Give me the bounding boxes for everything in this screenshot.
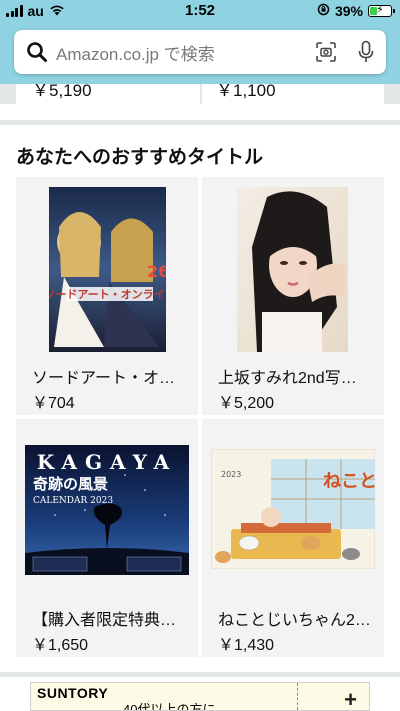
product-image[interactable]: KAGAYA 奇跡の風景 CALENDAR 2023	[25, 445, 189, 575]
product-image[interactable]: ソードアート・オンライン 26	[49, 187, 166, 352]
camera-scan-icon[interactable]	[306, 30, 346, 74]
cover-volume: 26	[147, 262, 166, 281]
product-title[interactable]: ねことじいちゃん2…	[218, 606, 371, 630]
orientation-lock-icon	[317, 3, 330, 19]
status-bar: au 1:52 39% ⚡	[0, 0, 400, 22]
cover-title-art: ソードアート・オンライン	[49, 288, 166, 301]
product-card[interactable]: 2023 ねことじいちゃん ねことじいちゃん2… ￥1,430	[202, 419, 384, 657]
product-price: ￥704	[32, 395, 75, 412]
microphone-icon[interactable]	[346, 30, 386, 74]
product-title[interactable]: 【購入者限定特典…	[32, 606, 176, 630]
status-right: 39% ⚡	[317, 3, 395, 19]
app-header: au 1:52 39% ⚡ Amazon.co.jp で検索	[0, 0, 400, 84]
battery-percent: 39%	[334, 3, 363, 19]
suntory-ad-banner[interactable]: SUNTORY 40代以上の方に +	[30, 682, 370, 711]
cover-title-art: ねことじいちゃん	[323, 471, 375, 492]
section-divider	[0, 672, 400, 677]
search-input[interactable]: Amazon.co.jp で検索	[56, 40, 306, 65]
product-card[interactable]: ソードアート・オンライン 26 ソードアート・オ… ￥704	[16, 177, 198, 415]
section-title: あなたへのおすすめタイトル	[16, 147, 264, 168]
cover-brand: KAGAYA	[37, 450, 177, 474]
cover-subtitle: CALENDAR 2023	[33, 496, 113, 506]
product-price: ￥1,650	[32, 637, 89, 654]
ad-brand: SUNTORY	[37, 685, 109, 701]
cover-title: 奇跡の風景	[33, 475, 108, 493]
product-title[interactable]: 上坂すみれ2nd写…	[218, 364, 357, 388]
previous-price: ￥1,100	[216, 84, 276, 100]
divider	[200, 84, 202, 104]
section-divider	[0, 120, 400, 125]
product-price: ￥1,430	[218, 637, 275, 654]
product-title[interactable]: ソードアート・オ…	[32, 364, 175, 388]
cover-year: 2023	[221, 470, 241, 479]
charging-bolt-icon: ⚡	[376, 4, 384, 16]
product-card[interactable]: KAGAYA 奇跡の風景 CALENDAR 2023 【購入者限定特典… ￥1,…	[16, 419, 198, 657]
previous-price: ￥5,190	[32, 84, 92, 100]
ad-plus: +	[344, 687, 357, 711]
search-icon[interactable]	[18, 30, 56, 74]
ad-copy: 40代以上の方に	[123, 702, 216, 711]
product-price: ￥5,200	[218, 395, 275, 412]
product-image[interactable]	[237, 187, 348, 352]
product-image[interactable]: 2023 ねことじいちゃん	[211, 449, 375, 569]
ad-dashed-divider	[297, 683, 298, 710]
search-bar[interactable]: Amazon.co.jp で検索	[14, 30, 386, 74]
product-card[interactable]: 上坂すみれ2nd写… ￥5,200	[202, 177, 384, 415]
charging-battery-icon: ⚡	[368, 4, 395, 17]
